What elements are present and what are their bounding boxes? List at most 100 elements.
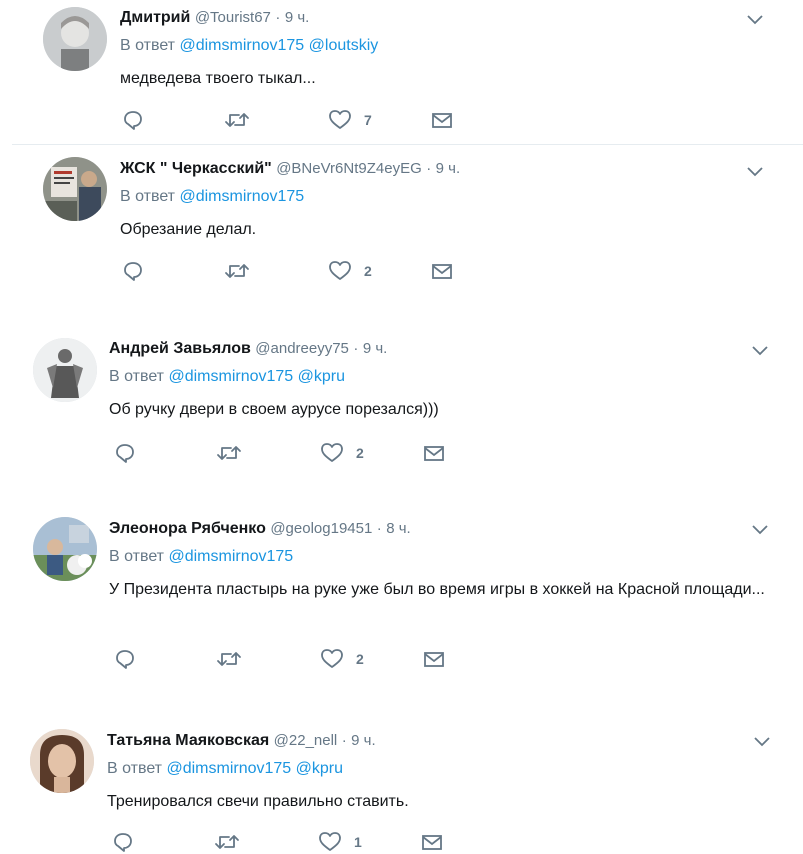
author-name[interactable]: ЖСК " Черкасский" (120, 160, 272, 177)
tweet-text: медведева твоего тыкал... (120, 70, 316, 87)
avatar-image (33, 517, 97, 581)
reply-prefix: В ответ (109, 548, 165, 565)
timestamp[interactable]: 8 ч. (386, 520, 411, 537)
retweet-button[interactable] (214, 830, 240, 854)
dm-button[interactable] (430, 259, 454, 283)
mention-link[interactable]: @dimsmirnov175 (168, 368, 293, 385)
mention-link[interactable]: @dimsmirnov175 (179, 188, 304, 205)
reply-icon (116, 650, 134, 669)
reply-icon (124, 262, 142, 281)
retweet-icon (225, 264, 249, 278)
heart-icon (329, 261, 351, 280)
reply-prefix: В ответ (120, 188, 176, 205)
tweet-text: У Президента пластырь на руке уже был во… (109, 581, 765, 598)
like-button[interactable]: 2 (328, 259, 372, 283)
heart-icon (321, 649, 343, 668)
author-handle[interactable]: @geolog19451 (270, 520, 372, 537)
avatar[interactable] (33, 338, 97, 402)
like-count: 2 (356, 651, 364, 667)
reply-button[interactable] (114, 441, 136, 465)
retweet-icon (225, 113, 249, 127)
timestamp[interactable]: 9 ч. (436, 160, 461, 177)
retweet-button[interactable] (224, 259, 250, 283)
timestamp[interactable]: 9 ч. (351, 732, 376, 749)
dm-button[interactable] (430, 108, 454, 132)
envelope-icon (424, 446, 444, 461)
like-count: 1 (354, 834, 362, 850)
avatar-image (43, 7, 107, 71)
mention-link[interactable]: @dimsmirnov175 (168, 548, 293, 565)
retweet-button[interactable] (216, 441, 242, 465)
separator-dot: · (341, 732, 347, 749)
like-count: 2 (356, 445, 364, 461)
mention-link[interactable]: @kpru (296, 760, 343, 777)
mention-link[interactable]: @kpru (298, 368, 345, 385)
reply-button[interactable] (122, 108, 144, 132)
reply-context: В ответ @dimsmirnov175 (120, 187, 740, 207)
author-name[interactable]: Дмитрий (120, 9, 190, 26)
chevron-down-icon[interactable] (750, 522, 770, 536)
author-handle[interactable]: @Tourist67 (195, 9, 271, 26)
author-name[interactable]: Татьяна Маяковская (107, 732, 269, 749)
tweet-text: Тренировался свечи правильно ставить. (107, 793, 409, 810)
dm-button[interactable] (420, 830, 444, 854)
heart-icon (319, 832, 341, 851)
chevron-down-icon[interactable] (745, 12, 765, 26)
separator-dot: · (275, 9, 281, 26)
retweet-button[interactable] (216, 647, 242, 671)
chevron-down-icon[interactable] (745, 164, 765, 178)
mention-link[interactable]: @dimsmirnov175 (166, 760, 291, 777)
reply-icon (124, 111, 142, 130)
reply-context: В ответ @dimsmirnov175 @loutskiy (120, 36, 740, 56)
reply-button[interactable] (114, 647, 136, 671)
avatar[interactable] (30, 729, 94, 793)
like-button[interactable]: 2 (320, 647, 364, 671)
separator-dot: · (353, 340, 359, 357)
reply-context: В ответ @dimsmirnov175 @kpru (107, 759, 747, 779)
reply-context: В ответ @dimsmirnov175 @kpru (109, 367, 749, 387)
author-handle[interactable]: @22_nell (274, 732, 338, 749)
chevron-down-icon[interactable] (752, 734, 772, 748)
timestamp[interactable]: 9 ч. (363, 340, 388, 357)
author-name[interactable]: Андрей Завьялов (109, 340, 251, 357)
timestamp[interactable]: 9 ч. (285, 9, 310, 26)
envelope-icon (422, 835, 442, 850)
mention-link[interactable]: @dimsmirnov175 (179, 37, 304, 54)
like-count: 7 (364, 112, 372, 128)
reply-icon (116, 444, 134, 463)
envelope-icon (432, 113, 452, 128)
retweet-icon (217, 446, 241, 460)
author-name[interactable]: Элеонора Рябченко (109, 520, 266, 537)
avatar-image (30, 729, 94, 793)
separator-dot: · (426, 160, 432, 177)
dm-button[interactable] (422, 647, 446, 671)
avatar[interactable] (43, 7, 107, 71)
envelope-icon (432, 264, 452, 279)
chevron-down-icon[interactable] (750, 343, 770, 357)
like-count: 2 (364, 263, 372, 279)
envelope-icon (424, 652, 444, 667)
author-handle[interactable]: @andreeyy75 (255, 340, 349, 357)
reply-button[interactable] (122, 259, 144, 283)
avatar-image (43, 157, 107, 221)
heart-icon (321, 443, 343, 462)
separator-dot: · (376, 520, 382, 537)
avatar[interactable] (33, 517, 97, 581)
like-button[interactable]: 7 (328, 108, 372, 132)
reply-icon (114, 833, 132, 852)
retweet-icon (217, 652, 241, 666)
tweet-text: Об ручку двери в своем аурусе порезался)… (109, 401, 439, 418)
avatar-image (33, 338, 97, 402)
author-handle[interactable]: @BNeVr6Nt9Z4eyEG (276, 160, 422, 177)
avatar[interactable] (43, 157, 107, 221)
like-button[interactable]: 2 (320, 441, 364, 465)
mention-link[interactable]: @loutskiy (309, 37, 379, 54)
reply-button[interactable] (112, 830, 134, 854)
like-button[interactable]: 1 (318, 830, 362, 854)
reply-prefix: В ответ (109, 368, 165, 385)
retweet-icon (215, 835, 239, 849)
tweet-text: Обрезание делал. (120, 221, 257, 238)
dm-button[interactable] (422, 441, 446, 465)
retweet-button[interactable] (224, 108, 250, 132)
tweet-divider (12, 144, 803, 145)
